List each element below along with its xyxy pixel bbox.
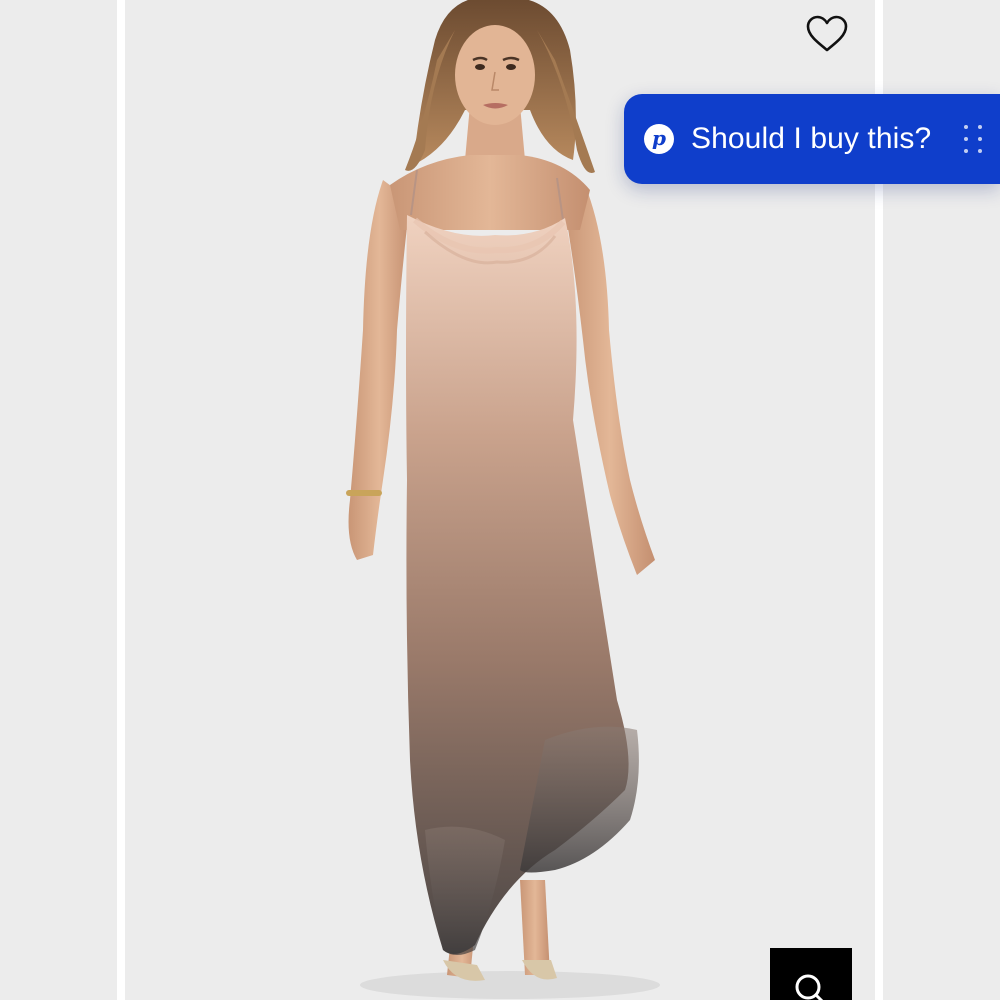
- brand-logo-letter: p: [652, 126, 666, 150]
- brand-logo-icon: p: [644, 124, 674, 154]
- should-i-buy-button[interactable]: p Should I buy this?: [624, 94, 1000, 184]
- visual-search-button[interactable]: [770, 948, 852, 1000]
- wishlist-button[interactable]: [801, 10, 853, 58]
- assistant-label: Should I buy this?: [691, 122, 932, 155]
- drag-handle-icon[interactable]: [964, 125, 982, 153]
- heart-icon: [806, 15, 848, 52]
- product-page: p Should I buy this?: [0, 0, 1000, 1000]
- gallery-divider-left: [117, 0, 125, 1000]
- search-icon: [795, 974, 824, 1000]
